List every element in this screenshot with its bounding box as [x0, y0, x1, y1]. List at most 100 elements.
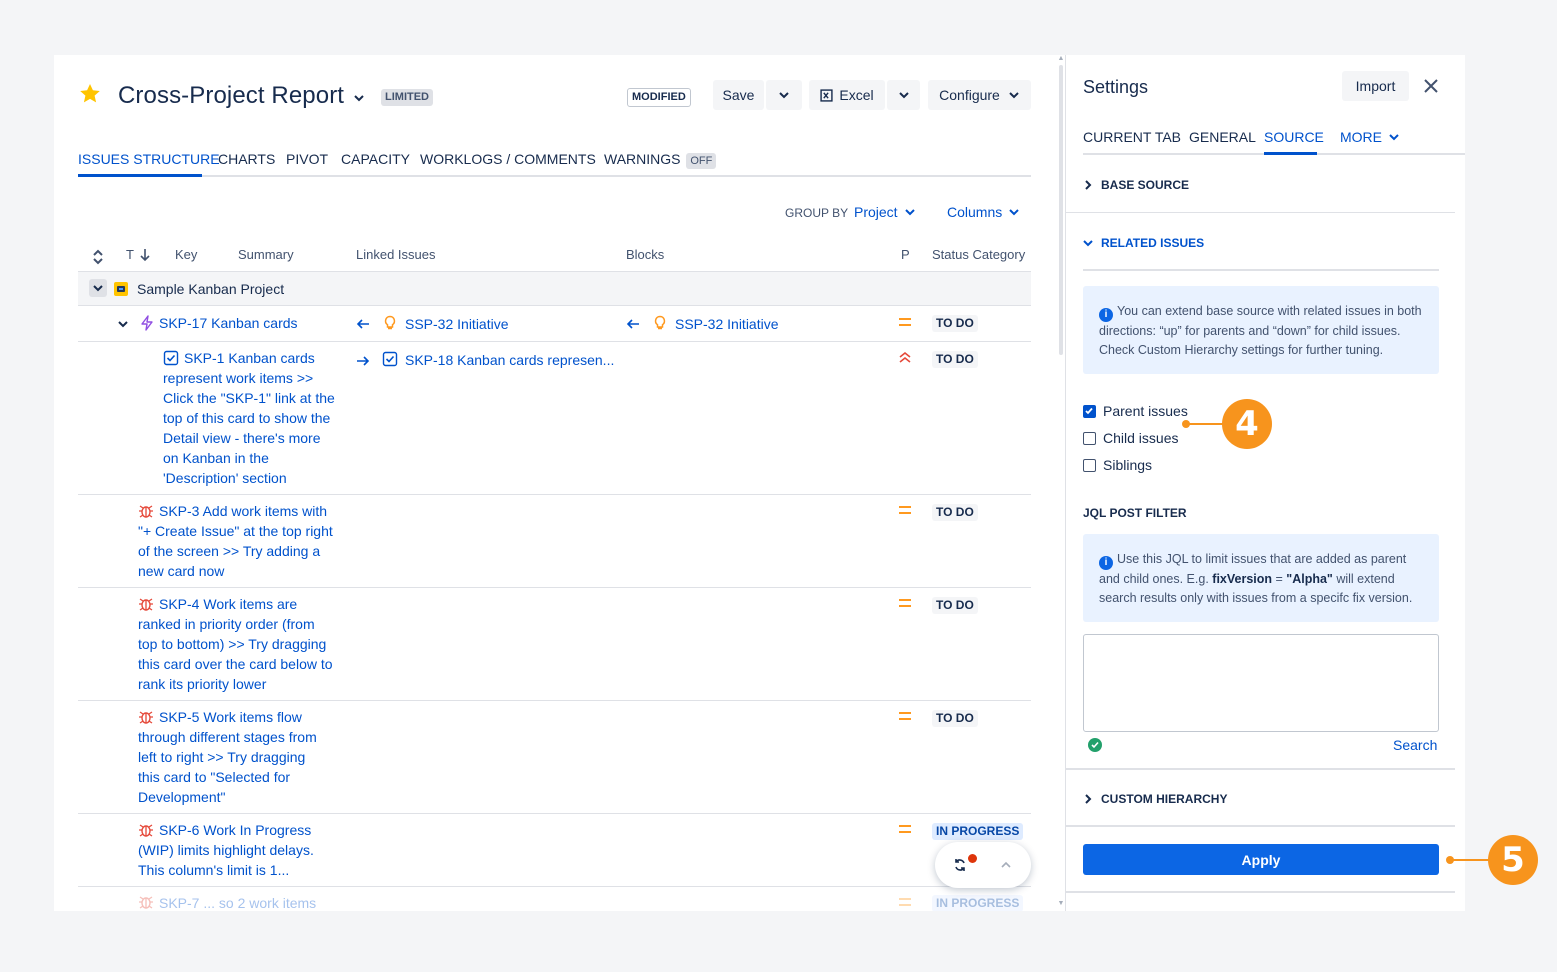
group-by-select[interactable]: Project	[854, 204, 916, 220]
title-chevron-down-icon[interactable]	[352, 91, 366, 105]
issue-summary[interactable]: SKP-4 Work items are ranked in priority …	[138, 594, 348, 694]
table-row[interactable]: SKP-7 ... so 2 work items IN PROGRESS	[78, 887, 1031, 911]
chevron-up-icon[interactable]	[1000, 859, 1012, 871]
jql-field: fixVersion	[1212, 572, 1273, 586]
floating-action-bar	[935, 842, 1031, 888]
parent-issues-checkbox[interactable]: Parent issues	[1083, 403, 1188, 419]
issue-summary[interactable]: SKP-7 ... so 2 work items	[159, 893, 316, 911]
refresh-icon[interactable]	[953, 858, 967, 872]
siblings-checkbox[interactable]: Siblings	[1083, 457, 1152, 473]
status-badge: TO DO	[932, 710, 978, 727]
expand-collapse-all-icon[interactable]	[92, 249, 104, 265]
status-badge: TO DO	[932, 504, 978, 521]
apply-button[interactable]: Apply	[1083, 844, 1439, 875]
report-tabs: ISSUES STRUCTURE CHARTS PIVOT CAPACITY W…	[78, 147, 1031, 177]
linked-issue-link[interactable]: SKP-18 Kanban cards represen...	[405, 350, 614, 370]
related-issues-label: RELATED ISSUES	[1101, 236, 1205, 250]
summary-line: SKP-4 Work items are	[159, 596, 298, 612]
tab-issues-structure[interactable]: ISSUES STRUCTURE	[78, 151, 220, 167]
related-info-text: You can extend base source with related …	[1099, 304, 1422, 357]
table-row[interactable]: SKP-3 Add work items with "+ Create Issu…	[78, 495, 1031, 588]
col-key[interactable]: Key	[175, 247, 197, 262]
summary-line: through different stages from	[138, 729, 317, 745]
info-icon: i	[1099, 556, 1113, 570]
jql-value: "Alpha"	[1286, 572, 1333, 586]
col-summary[interactable]: Summary	[238, 247, 294, 262]
arrow-left-icon	[356, 319, 369, 329]
siblings-label: Siblings	[1103, 457, 1153, 473]
tab-current-tab[interactable]: CURRENT TAB	[1083, 129, 1181, 145]
group-collapse-toggle[interactable]	[89, 279, 107, 297]
checkbox-unchecked[interactable]	[1083, 431, 1096, 445]
active-tab-indicator	[1264, 152, 1317, 155]
divider	[1066, 825, 1455, 827]
summary-line: Development"	[138, 789, 226, 805]
group-by-value: Project	[854, 204, 898, 220]
search-link[interactable]: Search	[1393, 737, 1437, 753]
row-expand-chevron-icon[interactable]	[117, 318, 129, 330]
tab-pivot[interactable]: PIVOT	[286, 151, 328, 167]
child-issues-checkbox[interactable]: Child issues	[1083, 430, 1178, 446]
checkbox-unchecked[interactable]	[1083, 458, 1096, 472]
summary-line: this card to "Selected for	[138, 769, 291, 785]
base-source-section[interactable]: BASE SOURCE	[1083, 178, 1189, 192]
tab-capacity[interactable]: CAPACITY	[341, 151, 410, 167]
close-icon[interactable]	[1422, 77, 1440, 95]
main-scrollbar[interactable]: ▲ ▼	[1057, 55, 1065, 911]
modified-badge: MODIFIED	[627, 88, 691, 107]
tab-general[interactable]: GENERAL	[1189, 129, 1256, 145]
status-badge: IN PROGRESS	[932, 895, 1024, 911]
table-row[interactable]: SKP-6 Work In Progress (WIP) limits high…	[78, 814, 1031, 887]
divider	[1066, 212, 1455, 213]
tab-warnings[interactable]: WARNINGS OFF	[604, 151, 717, 169]
excel-button[interactable]: Excel	[809, 80, 885, 110]
save-dropdown-button[interactable]	[766, 80, 802, 110]
checkbox-checked[interactable]	[1083, 404, 1096, 418]
tab-more[interactable]: MORE	[1340, 129, 1400, 145]
tab-charts[interactable]: CHARTS	[218, 151, 275, 167]
blocks-issue-link[interactable]: SSP-32 Initiative	[675, 314, 779, 334]
save-button[interactable]: Save	[713, 80, 764, 110]
chevron-right-icon	[1085, 794, 1092, 804]
col-blocks[interactable]: Blocks	[626, 247, 664, 262]
group-by-label: GROUP BY	[785, 206, 849, 220]
related-issues-section[interactable]: RELATED ISSUES	[1083, 236, 1204, 250]
issue-summary[interactable]: SKP-3 Add work items with "+ Create Issu…	[138, 501, 348, 581]
linked-issue-link[interactable]: SSP-32 Initiative	[405, 314, 509, 334]
jql-operator: =	[1272, 572, 1287, 586]
table-row[interactable]: SKP-5 Work items flow through different …	[78, 701, 1031, 814]
scrollbar-thumb[interactable]	[1059, 65, 1063, 355]
col-priority[interactable]: P	[901, 247, 910, 262]
chevron-down-icon	[898, 92, 909, 99]
sort-down-arrow-icon[interactable]	[139, 248, 151, 262]
table-row[interactable]: SKP-4 Work items are ranked in priority …	[78, 588, 1031, 701]
table-row[interactable]: SKP-17 Kanban cards SSP-32 Initiative SS…	[78, 306, 1031, 342]
summary-line: This column's limit is 1...	[138, 862, 290, 878]
configure-button[interactable]: Configure	[928, 80, 1031, 110]
columns-button[interactable]: Columns	[947, 204, 1020, 220]
summary-line: "+ Create Issue" at the top right	[138, 523, 333, 539]
divider	[1066, 891, 1455, 893]
callout-5-line	[1452, 859, 1490, 861]
tab-source[interactable]: SOURCE	[1264, 129, 1324, 145]
import-button[interactable]: Import	[1342, 71, 1409, 101]
chevron-down-icon	[904, 209, 915, 216]
issue-summary[interactable]: SKP-5 Work items flow through different …	[138, 707, 348, 807]
col-status-category[interactable]: Status Category	[932, 247, 1025, 262]
favorite-star-icon[interactable]	[78, 82, 102, 106]
tab-more-label: MORE	[1340, 129, 1382, 145]
custom-hierarchy-section[interactable]: CUSTOM HIERARCHY	[1083, 792, 1227, 806]
excel-dropdown-button[interactable]	[887, 80, 920, 110]
jql-info: i Use this JQL to limit issues that are a…	[1083, 534, 1439, 622]
issue-link[interactable]: SKP-17 Kanban cards	[159, 313, 298, 333]
col-type[interactable]: T	[126, 247, 134, 262]
tab-worklogs-comments[interactable]: WORKLOGS / COMMENTS	[420, 151, 596, 167]
issue-summary[interactable]: SKP-6 Work In Progress (WIP) limits high…	[138, 820, 348, 880]
issue-summary[interactable]: SKP-1 Kanban cards represent work items …	[163, 348, 348, 488]
col-linked-issues[interactable]: Linked Issues	[356, 247, 436, 262]
table-row[interactable]: SKP-1 Kanban cards represent work items …	[78, 342, 1031, 495]
scroll-down-arrow-icon[interactable]: ▼	[1057, 900, 1065, 907]
jql-input[interactable]	[1083, 634, 1439, 732]
scroll-up-arrow-icon[interactable]: ▲	[1057, 55, 1065, 62]
group-row[interactable]: Sample Kanban Project	[78, 272, 1031, 306]
